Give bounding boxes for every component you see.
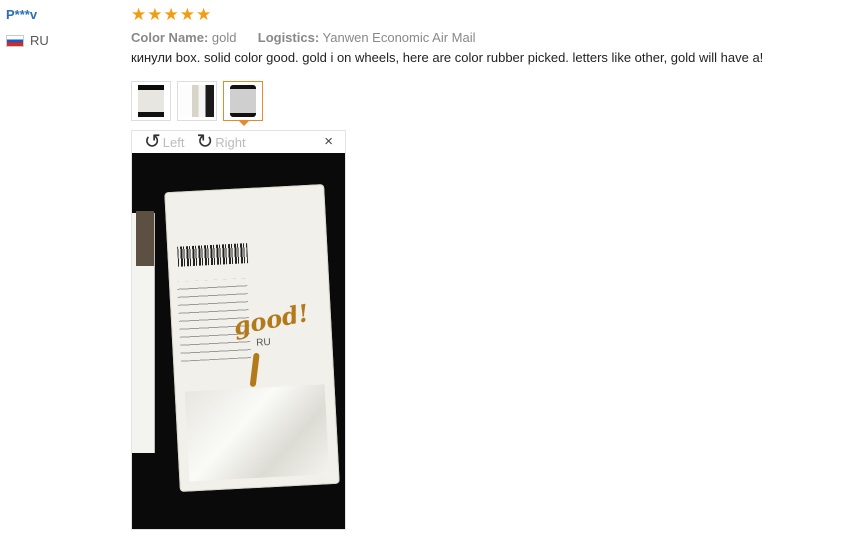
photo-thumbnail-1[interactable] bbox=[131, 81, 171, 121]
russia-flag-icon bbox=[6, 34, 24, 47]
close-icon[interactable]: × bbox=[324, 134, 333, 150]
label-country: RU bbox=[255, 337, 272, 349]
photo-thumbnail-3[interactable] bbox=[223, 81, 263, 121]
photo-viewer: ↺ Left ↻ Right × good! RU bbox=[131, 130, 346, 530]
review-photo: good! RU bbox=[132, 153, 345, 529]
rotate-right-label: Right bbox=[215, 134, 246, 150]
rotate-left-icon: ↺ bbox=[144, 131, 161, 153]
reviewer-name[interactable]: P***v bbox=[6, 7, 116, 23]
review-text: кинули box. solid color good. gold i on … bbox=[131, 50, 764, 65]
reviewer-info: P***v RU bbox=[6, 7, 116, 48]
logistics-label: Logistics: bbox=[257, 30, 320, 45]
rotate-right-icon: ↻ bbox=[196, 131, 214, 153]
shipping-package: good! RU bbox=[164, 184, 340, 492]
star-icon: ★ bbox=[179, 5, 195, 24]
star-icon: ★ bbox=[163, 5, 179, 24]
review-photo-thumbnails bbox=[131, 81, 263, 121]
viewer-toolbar: ↺ Left ↻ Right × bbox=[132, 131, 345, 153]
paint-marker-tip bbox=[136, 211, 154, 266]
rotate-left-label: Left bbox=[162, 134, 185, 150]
color-name-value: gold bbox=[211, 30, 237, 45]
package-crinkle bbox=[184, 384, 330, 482]
order-meta: Color Name: gold Logistics: Yanwen Econo… bbox=[131, 30, 851, 46]
rotate-right-button[interactable]: ↻ Right bbox=[196, 132, 245, 152]
star-icon: ★ bbox=[196, 5, 212, 24]
star-rating: ★ ★ ★ ★ ★ bbox=[131, 6, 851, 24]
country-code: RU bbox=[30, 33, 49, 48]
gold-paint-stroke bbox=[249, 352, 260, 388]
review-body: ★ ★ ★ ★ ★ Color Name: gold Logistics: Ya… bbox=[131, 6, 851, 66]
rotate-left-button[interactable]: ↺ Left bbox=[144, 132, 184, 152]
barcode-icon bbox=[177, 243, 249, 267]
color-name-label: Color Name: bbox=[131, 30, 209, 45]
photo-thumbnail-2[interactable] bbox=[177, 81, 217, 121]
selected-thumbnail-caret bbox=[238, 120, 250, 126]
reviewer-country: RU bbox=[6, 33, 116, 48]
star-icon: ★ bbox=[131, 5, 147, 24]
star-icon: ★ bbox=[147, 5, 163, 24]
logistics-value: Yanwen Economic Air Mail bbox=[322, 30, 476, 45]
